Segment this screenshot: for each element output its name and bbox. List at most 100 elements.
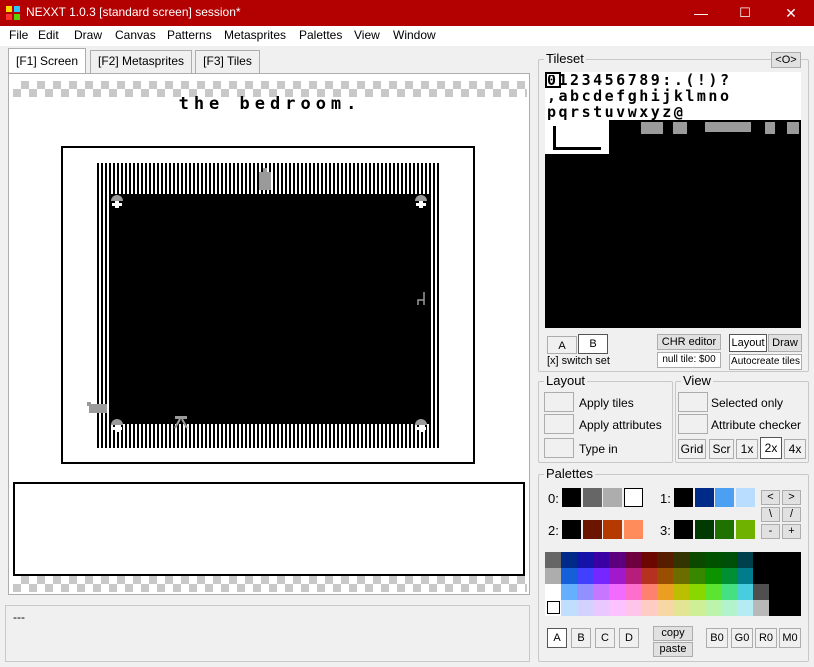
apply-attributes-toggle[interactable] [544,414,574,434]
menu-canvas[interactable]: Canvas [115,28,156,42]
palette-1-color-2[interactable] [715,488,734,507]
nes-color-cell[interactable] [769,552,785,568]
copy-palette-button[interactable]: copy [653,626,693,641]
nes-color-cell[interactable] [593,600,609,616]
chr-editor-button[interactable]: CHR editor [657,334,721,350]
menu-draw[interactable]: Draw [74,28,102,42]
palette-0-color-0[interactable] [562,488,581,507]
nes-color-cell[interactable] [609,600,625,616]
nes-color-cell[interactable] [705,552,721,568]
menu-view[interactable]: View [354,28,380,42]
autocreate-tiles-toggle[interactable]: Autocreate tiles [729,354,802,370]
zoom-1x-button[interactable]: 1x [736,439,758,459]
nes-color-cell[interactable] [609,552,625,568]
nes-color-cell[interactable] [625,552,641,568]
palette-0-color-2[interactable] [603,488,622,507]
palette-d-button[interactable]: D [619,628,639,648]
palette-next-button[interactable]: > [782,490,801,505]
nes-color-cell[interactable] [545,568,561,584]
nes-color-cell[interactable] [641,584,657,600]
nes-color-cell[interactable] [769,584,785,600]
nes-color-cell[interactable] [785,584,801,600]
nes-color-cell[interactable] [561,584,577,600]
palette-b-button[interactable]: B [571,628,591,648]
nes-color-cell[interactable] [753,584,769,600]
nes-color-cell[interactable] [609,568,625,584]
nes-color-cell[interactable] [705,568,721,584]
tab-screen[interactable]: [F1] Screen [8,48,86,73]
nes-color-cell[interactable] [577,600,593,616]
nes-color-cell[interactable] [577,568,593,584]
nes-color-cell[interactable] [737,600,753,616]
nes-color-cell[interactable] [737,552,753,568]
palette-a-button[interactable]: A [547,628,567,648]
nes-color-cell[interactable] [545,584,561,600]
r0-button[interactable]: R0 [755,628,777,648]
palette-0-color-3[interactable] [623,488,643,507]
palette-3-color-1[interactable] [694,520,714,539]
nes-color-cell[interactable] [737,568,753,584]
nes-color-cell[interactable] [577,584,593,600]
palette-1-color-1[interactable] [694,488,714,507]
grid-toggle[interactable]: Grid [678,439,706,459]
nes-color-cell[interactable] [609,584,625,600]
nes-color-cell[interactable] [561,600,577,616]
type-in-toggle[interactable] [544,438,574,458]
nes-color-cell[interactable] [705,600,721,616]
nes-color-cell[interactable] [545,552,561,568]
nes-color-cell[interactable] [769,568,785,584]
menu-window[interactable]: Window [393,28,436,42]
nes-color-cell[interactable] [561,568,577,584]
maximize-button[interactable]: ☐ [722,0,768,26]
nes-color-cell[interactable] [753,552,769,568]
draw-mode-button[interactable]: Draw [768,334,802,352]
palette-2-color-2[interactable] [603,520,622,539]
palette-2-color-0[interactable] [562,520,581,539]
palette-prev-button[interactable]: < [761,490,780,505]
nes-color-cell[interactable] [593,568,609,584]
nes-color-cell[interactable] [657,552,673,568]
palette-0-color-1[interactable] [582,488,602,507]
palette-1-color-3[interactable] [735,488,755,507]
palette-minus-button[interactable]: - [761,524,780,539]
nes-color-cell[interactable] [785,552,801,568]
minimize-button[interactable]: — [678,0,724,26]
nes-color-cell[interactable] [689,584,705,600]
paste-palette-button[interactable]: paste [653,642,693,657]
nes-color-cell[interactable] [625,600,641,616]
nes-color-cell[interactable] [721,584,737,600]
tab-tiles[interactable]: [F3] Tiles [195,50,260,73]
nes-color-cell[interactable] [689,600,705,616]
menu-metasprites[interactable]: Metasprites [224,28,286,42]
menu-palettes[interactable]: Palettes [299,28,342,42]
nes-color-cell[interactable] [785,600,801,616]
nes-color-cell[interactable] [657,568,673,584]
nes-color-picker[interactable] [545,552,801,616]
palette-back-button[interactable]: \ [761,507,780,522]
palette-plus-button[interactable]: + [782,524,801,539]
nes-color-cell[interactable] [657,600,673,616]
nes-color-cell[interactable] [753,600,769,616]
b0-button[interactable]: B0 [706,628,728,648]
nes-color-cell[interactable] [721,600,737,616]
nes-color-cell[interactable] [721,568,737,584]
nes-color-cell[interactable] [753,568,769,584]
nes-color-cell[interactable] [737,584,753,600]
nes-color-cell[interactable] [673,600,689,616]
nes-color-cell[interactable] [785,568,801,584]
nes-color-cell[interactable] [769,600,785,616]
null-tile-field[interactable]: null tile: $00 [657,352,721,368]
nes-color-cell[interactable] [625,584,641,600]
tileset-toggle-button[interactable]: <O> [771,52,801,68]
screen-canvas[interactable]: the bedroom. [8,73,530,595]
menu-patterns[interactable]: Patterns [167,28,212,42]
set-a-button[interactable]: A [547,336,577,354]
palette-3-color-0[interactable] [674,520,693,539]
palette-3-color-3[interactable] [735,520,755,539]
palette-3-color-2[interactable] [715,520,734,539]
zoom-2x-button[interactable]: 2x [760,437,782,459]
palette-1-color-0[interactable] [674,488,693,507]
zoom-4x-button[interactable]: 4x [784,439,806,459]
set-b-button[interactable]: B [578,334,608,354]
nes-color-cell[interactable] [625,568,641,584]
